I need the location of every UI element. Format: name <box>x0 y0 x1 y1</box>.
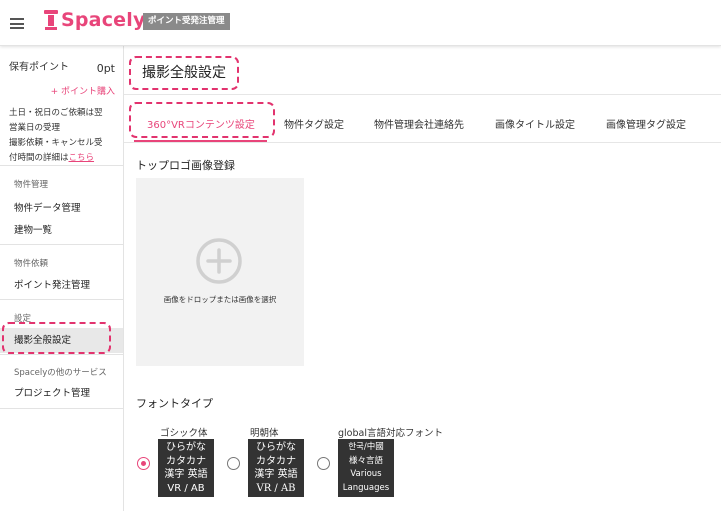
sidebar-section-title: 物件依頼 <box>14 259 49 269</box>
sidebar-section-title: Spacelyの他のサービス <box>14 368 107 378</box>
hamburger-menu-icon[interactable] <box>10 18 24 29</box>
sidebar-section-settings: 設定 <box>0 299 123 324</box>
points-label: 保有ポイント <box>9 62 69 73</box>
sidebar-divider <box>0 408 123 409</box>
sidebar-section-other-services: Spacelyの他のサービス <box>0 354 123 378</box>
font-section-title: フォントタイプ <box>136 397 213 410</box>
notice-line: 付時間の詳細はこちら <box>9 153 95 163</box>
spacely-logo[interactable]: Spacely <box>44 8 146 32</box>
details-link[interactable]: こちら <box>69 153 95 163</box>
sidebar-section-request: 物件依頼 <box>0 244 123 269</box>
font-mincho-radio[interactable] <box>227 457 240 470</box>
font-option-label: ゴシック体 <box>160 428 208 439</box>
font-mincho-sample[interactable]: ひらがな カタカナ 漢字 英語 VR / AB <box>248 439 304 497</box>
notice-line: 撮影依頼・キャンセル受 <box>9 138 103 148</box>
brand-name: Spacely <box>61 9 146 31</box>
font-option-label: global言語対応フォント <box>338 428 443 439</box>
add-circle-icon <box>196 238 242 284</box>
font-gothic-radio[interactable] <box>137 457 150 470</box>
sidebar-item-buildings[interactable]: 建物一覧 <box>0 218 123 243</box>
service-badge: ポイント受発注管理 <box>143 13 230 30</box>
buy-points-link[interactable]: + ポイント購入 <box>51 84 115 97</box>
tab-360vr-content[interactable]: 360°VRコンテンツ設定 <box>147 116 255 131</box>
business-notice: 土日・祝日のご依頼は翌 営業日の受理 撮影依頼・キャンセル受 付時間の詳細はこち… <box>9 106 121 166</box>
font-gothic-sample[interactable]: ひらがな カタカナ 漢字 英語 VR / AB <box>158 439 214 497</box>
tab-property-tags[interactable]: 物件タグ設定 <box>284 116 344 131</box>
points-value: 0pt <box>96 62 115 75</box>
settings-tabs: 360°VRコンテンツ設定 物件タグ設定 物件管理会社連絡先 画像タイトル設定 … <box>124 104 721 142</box>
divider <box>124 94 721 95</box>
font-global-radio[interactable] <box>317 457 330 470</box>
top-header: Spacely ポイント受発注管理 <box>0 0 721 46</box>
font-global-sample[interactable]: 한국/中國 様々言語 Various Languages <box>338 439 394 497</box>
logo-drop-zone[interactable]: 画像をドロップまたは画像を選択 <box>136 178 304 366</box>
sidebar-section-title: 物件管理 <box>14 180 49 190</box>
sidebar-section-title: 設定 <box>14 314 32 324</box>
sidebar: 保有ポイント 0pt + ポイント購入 土日・祝日のご依頼は翌 営業日の受理 撮… <box>0 46 124 511</box>
notice-line: 土日・祝日のご依頼は翌 <box>9 108 103 118</box>
divider <box>124 142 721 143</box>
sidebar-item-shooting-settings[interactable]: 撮影全般設定 <box>0 328 123 353</box>
notice-line: 営業日の受理 <box>9 123 61 133</box>
tab-image-management-tags[interactable]: 画像管理タグ設定 <box>606 116 686 131</box>
page-title: 撮影全般設定 <box>142 65 226 81</box>
tab-image-titles[interactable]: 画像タイトル設定 <box>495 116 575 131</box>
sidebar-item-project-management[interactable]: プロジェクト管理 <box>0 381 123 406</box>
pillar-logo-icon <box>44 10 58 30</box>
tab-management-contact[interactable]: 物件管理会社連絡先 <box>374 116 464 131</box>
sidebar-section-property: 物件管理 <box>0 165 123 190</box>
font-option-label: 明朝体 <box>250 428 279 439</box>
sidebar-item-point-orders[interactable]: ポイント発注管理 <box>0 273 123 298</box>
drop-hint: 画像をドロップまたは画像を選択 <box>163 295 277 304</box>
logo-section-title: トップロゴ画像登録 <box>136 159 235 172</box>
